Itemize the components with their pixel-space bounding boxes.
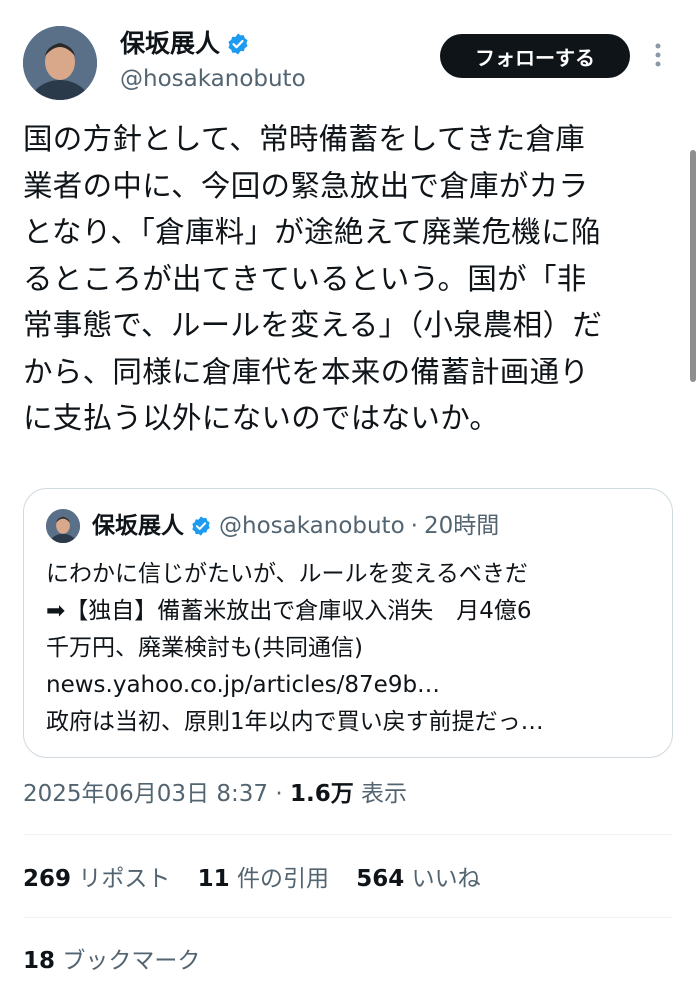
quoted-text: にわかに信じがたいが、ルールを変えるべきだ ➡【独自】備蓄米放出で倉庫収入消失 … — [46, 556, 656, 741]
quotes-count: 11 — [197, 866, 230, 892]
verified-badge-icon — [228, 33, 248, 55]
likes-label: いいね — [404, 866, 481, 892]
quoted-text-line: 政府は当初、原則1年以内で買い戻す前提だっ… — [46, 709, 544, 735]
view-label: 表示 — [353, 781, 408, 807]
quoted-link: news.yahoo.co.jp/articles/87e9b… — [46, 672, 441, 698]
quoted-timestamp: 20時間 — [423, 513, 500, 539]
quoted-author-name: 保坂展人 — [92, 513, 184, 539]
meta-separator-dot: · — [268, 781, 290, 807]
quoted-header: 保坂展人 @hosakanobuto · 20時間 — [92, 509, 499, 543]
quoted-text-line: ➡【独自】備蓄米放出で倉庫収入消失 月4億6 — [46, 598, 532, 624]
reposts-stat[interactable]: 269 リポスト — [23, 866, 170, 892]
tweet-text: 国の方針として、常時備蓄をしてきた倉庫 業者の中に、今回の緊急放出で倉庫がカラ … — [23, 122, 603, 435]
bookmarks-stat[interactable]: 18 ブックマーク — [23, 944, 200, 978]
quoted-author-handle: @hosakanobuto — [219, 513, 405, 539]
quoted-separator-dot: · — [410, 513, 418, 539]
divider — [23, 834, 673, 835]
view-count: 1.6万 — [289, 781, 354, 807]
quotes-stat[interactable]: 11 件の引用 — [198, 866, 329, 892]
tweet-timestamp[interactable]: 2025年06月03日 8:37 — [23, 781, 268, 807]
more-options-icon[interactable] — [648, 40, 668, 70]
quoted-tweet-card[interactable]: 保坂展人 @hosakanobuto · 20時間 にわかに信じがたいが、ルール… — [23, 488, 673, 758]
scrollbar[interactable] — [690, 150, 696, 382]
divider — [23, 917, 673, 918]
quotes-label: 件の引用 — [229, 866, 329, 892]
quoted-avatar[interactable] — [46, 509, 80, 543]
avatar-image — [23, 26, 97, 100]
author-handle[interactable]: @hosakanobuto — [120, 64, 306, 94]
quoted-avatar-image — [46, 509, 80, 543]
quoted-text-line: 千万円、廃業検討も(共同通信) — [46, 635, 363, 661]
author-name-row[interactable]: 保坂展人 — [120, 28, 250, 60]
quoted-verified-badge-icon — [192, 516, 210, 536]
reposts-count: 269 — [23, 866, 72, 892]
quoted-text-line: にわかに信じがたいが、ルールを変えるべきだ — [46, 561, 528, 587]
reposts-label: リポスト — [71, 866, 171, 892]
engagement-stats: 269 リポスト 11 件の引用 564 いいね — [23, 862, 501, 896]
avatar[interactable] — [23, 26, 97, 100]
bookmarks-count: 18 — [23, 948, 56, 974]
author-name[interactable]: 保坂展人 — [120, 28, 220, 60]
likes-count: 564 — [356, 866, 405, 892]
bookmarks-label: ブックマーク — [55, 948, 201, 974]
tweet-meta: 2025年06月03日 8:37 · 1.6万 表示 — [23, 777, 407, 811]
likes-stat[interactable]: 564 いいね — [356, 866, 480, 892]
follow-button[interactable]: フォローする — [440, 34, 630, 78]
